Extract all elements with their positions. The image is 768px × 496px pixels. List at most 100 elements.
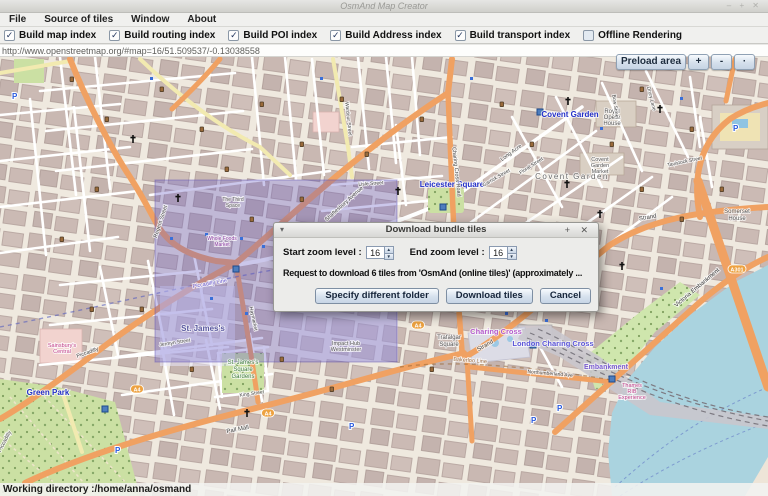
map-label: House [603, 121, 621, 127]
map-label: Green Park [27, 388, 70, 397]
map-label: Leicester Square [420, 180, 485, 189]
pub-icon [200, 127, 204, 132]
pub-icon [610, 142, 614, 147]
map-label: Westminster [331, 347, 362, 353]
checkbox-checked-icon[interactable]: ✓ [455, 30, 466, 41]
parking-icon: P [12, 92, 18, 101]
pub-icon [260, 102, 264, 107]
map-label: St. James's [181, 324, 225, 333]
map-label: Square [439, 342, 459, 348]
road-ref-badge-text: A4 [133, 387, 141, 393]
pub-icon [680, 217, 684, 222]
menu-item-file[interactable]: File [0, 13, 35, 26]
checkbox-unchecked-icon[interactable] [583, 30, 594, 41]
checkbox-checked-icon[interactable]: ✓ [109, 30, 120, 41]
map-label: Embankment [584, 364, 629, 371]
poi-marker-icon [470, 77, 473, 80]
pub-icon [280, 357, 284, 362]
end-zoom-label: End zoom level : [410, 247, 485, 258]
map-label: St. James's [228, 360, 259, 366]
pub-icon [640, 187, 644, 192]
pub-icon [300, 197, 304, 202]
pub-icon [330, 387, 334, 392]
map-label: Experience [618, 395, 646, 401]
window-controls[interactable]: ‒ + ✕ [727, 0, 762, 12]
pub-icon [365, 152, 369, 157]
pub-icon [225, 167, 229, 172]
start-zoom-spinner[interactable]: 16 ▲ ▼ [366, 246, 394, 259]
menu-item-source-of-tiles[interactable]: Source of tiles [35, 13, 122, 26]
download-bundle-tiles-dialog: ▾ Download bundle tiles + ✕ Start zoom l… [273, 222, 599, 312]
pub-icon [70, 77, 74, 82]
poi-marker-icon [320, 77, 323, 80]
preload-area-button[interactable]: Preload area [616, 54, 686, 70]
pub-icon [95, 187, 99, 192]
dialog-window-icons[interactable]: + ✕ [565, 223, 592, 237]
map-label: Central [53, 349, 71, 355]
checkbox-build-poi-index[interactable]: ✓ Build POI index [228, 30, 317, 41]
checkbox-checked-icon[interactable]: ✓ [330, 30, 341, 41]
parking-icon: P [557, 404, 563, 413]
tube-station-icon [440, 204, 446, 210]
pub-icon [90, 307, 94, 312]
map-label: Space [226, 203, 240, 209]
pub-icon [60, 237, 64, 242]
menu-bar: FileSource of tilesWindowAbout [0, 13, 768, 27]
zoom-out-button[interactable]: - [711, 54, 732, 70]
pub-icon [190, 367, 194, 372]
dialog-titlebar[interactable]: ▾ Download bundle tiles + ✕ [274, 223, 598, 238]
map-control-buttons: Preload area + - · [616, 54, 755, 70]
checkbox-build-address-index[interactable]: ✓ Build Address index [330, 30, 441, 41]
checkbox-label: Build POI index [243, 30, 317, 41]
specify-different-folder-button[interactable]: Specify different folder [315, 288, 438, 304]
tube-station-icon [609, 376, 615, 382]
extra-map-button[interactable]: · [734, 54, 755, 70]
dialog-menu-icon[interactable]: ▾ [280, 223, 284, 237]
pub-icon [500, 102, 504, 107]
road-ref-badge-text: A4 [264, 411, 272, 417]
poi-marker-icon [170, 237, 173, 240]
poi-marker-icon [545, 319, 548, 322]
poi-marker-icon [680, 97, 683, 100]
pub-icon [530, 142, 534, 147]
index-options-toolbar: ✓Build map index✓Build routing index✓Bui… [0, 27, 768, 44]
end-zoom-spinner[interactable]: 16 ▲ ▼ [489, 246, 517, 259]
pub-icon [640, 87, 644, 92]
dialog-buttons: Specify different folder Download tiles … [315, 288, 591, 304]
parking-icon: P [115, 446, 121, 455]
checkbox-checked-icon[interactable]: ✓ [4, 30, 15, 41]
tube-station-icon [233, 266, 239, 272]
cancel-button[interactable]: Cancel [540, 288, 591, 304]
checkbox-build-routing-index[interactable]: ✓ Build routing index [109, 30, 215, 41]
tube-station-icon [102, 406, 108, 412]
map-label: Somerset [724, 209, 750, 215]
checkbox-label: Build routing index [124, 30, 215, 41]
end-zoom-value[interactable]: 16 [489, 246, 507, 259]
window-titlebar[interactable]: OsmAnd Map Creator ‒ + ✕ [0, 0, 768, 13]
start-zoom-label: Start zoom level : [283, 247, 362, 258]
spinner-down-icon[interactable]: ▼ [507, 253, 517, 261]
checkbox-label: Build Address index [345, 30, 441, 41]
working-directory-text: Working directory :/home/anna/osmand [3, 484, 191, 495]
status-bar: Working directory :/home/anna/osmand [0, 483, 768, 496]
osm-url-text: http://www.openstreetmap.org/#map=16/51.… [2, 46, 260, 56]
checkbox-build-transport-index[interactable]: ✓Build transport index [455, 30, 571, 41]
map-label: Market [214, 242, 230, 248]
spinner-down-icon[interactable]: ▼ [384, 253, 394, 261]
pub-icon [105, 117, 109, 122]
poi-marker-icon [245, 312, 248, 315]
pub-icon [340, 97, 344, 102]
menu-item-window[interactable]: Window [122, 13, 178, 26]
checkbox-checked-icon[interactable]: ✓ [228, 30, 239, 41]
download-tiles-button[interactable]: Download tiles [446, 288, 533, 304]
menu-item-about[interactable]: About [178, 13, 225, 26]
start-zoom-value[interactable]: 16 [366, 246, 384, 259]
pub-icon [140, 307, 144, 312]
map-label: Trafalgar [437, 335, 461, 341]
zoom-in-button[interactable]: + [688, 54, 709, 70]
pub-icon [300, 142, 304, 147]
checkbox-offline-rendering[interactable]: Offline Rendering [583, 30, 682, 41]
zoom-level-row: Start zoom level : 16 ▲ ▼ End zoom level… [274, 238, 598, 259]
checkbox-build-map-index[interactable]: ✓Build map index [4, 30, 96, 41]
poi-marker-icon [150, 77, 153, 80]
